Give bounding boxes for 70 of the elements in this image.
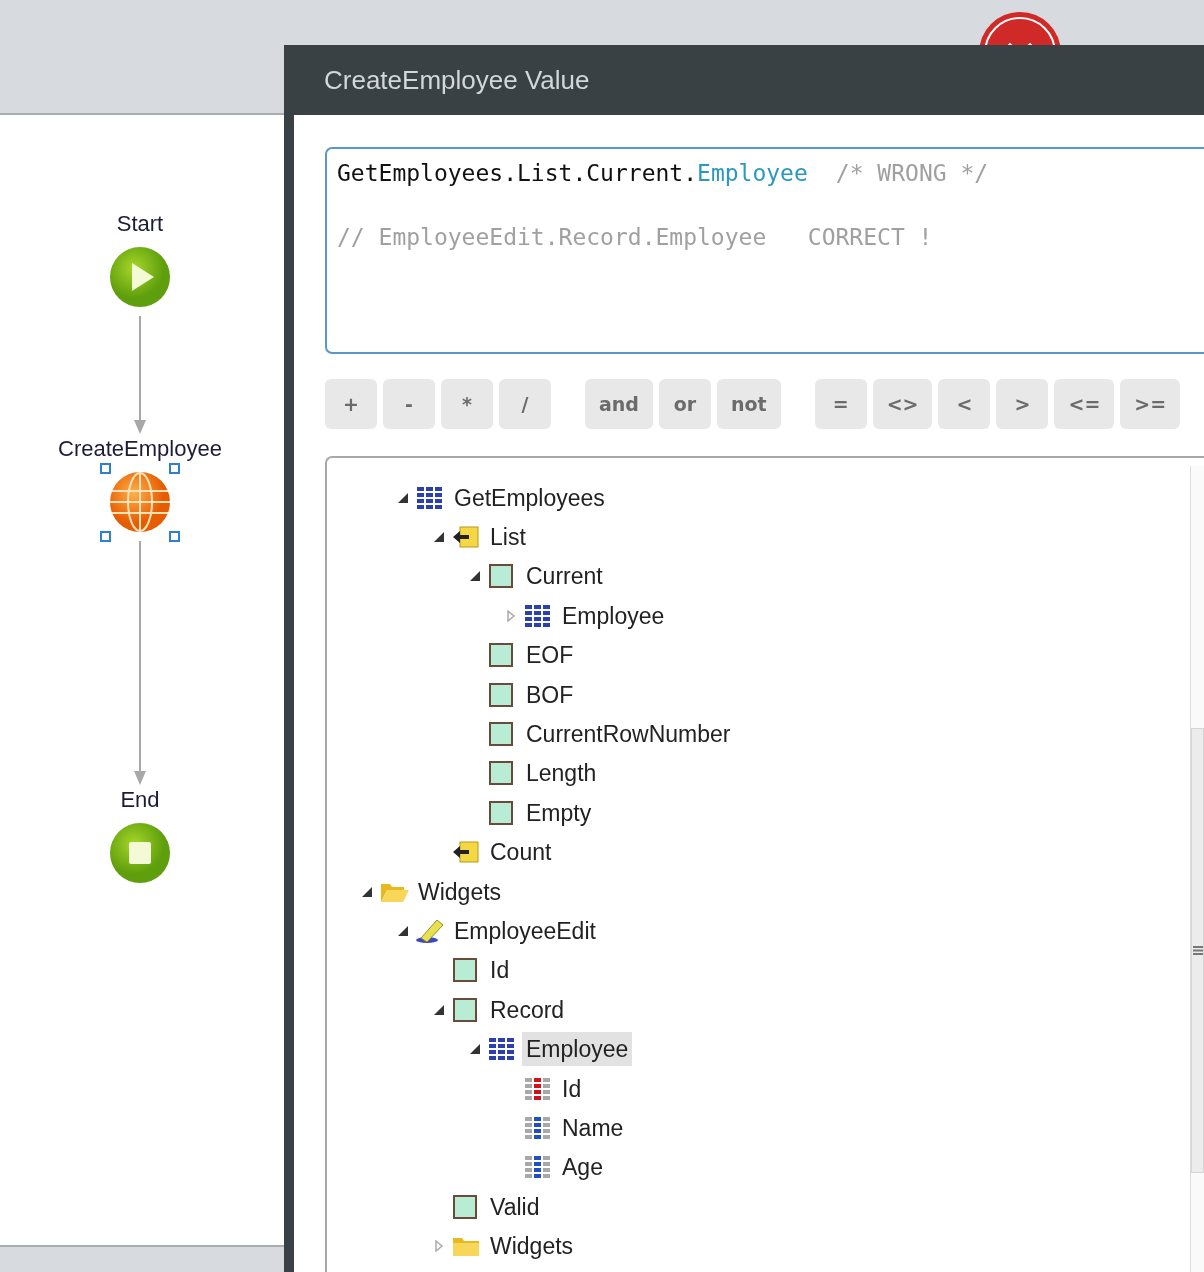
operator-button[interactable]: > (996, 379, 1049, 429)
tree-item[interactable]: Length (526, 756, 601, 791)
operator-button[interactable]: <> (872, 379, 933, 429)
tree-item[interactable]: GetEmployees (454, 480, 609, 515)
collapse-toggle-icon[interactable] (397, 491, 409, 504)
tree-item[interactable]: BOF (526, 677, 578, 712)
operator-button[interactable]: <= (1054, 379, 1115, 429)
operator-button[interactable]: * (441, 379, 493, 429)
node-label[interactable]: CreateEmployee (58, 431, 222, 465)
code-comment: // EmployeeEdit.Record.Employee CORRECT ! (337, 224, 933, 250)
stop-node-icon[interactable] (109, 822, 171, 884)
code-text: Employee (697, 160, 808, 186)
tree-item[interactable]: Id (490, 953, 514, 988)
tree-item[interactable]: Age (562, 1150, 607, 1185)
operator-button[interactable]: - (383, 379, 435, 429)
collapse-toggle-icon[interactable] (469, 570, 481, 583)
tree-item[interactable]: EOF (526, 638, 578, 673)
tree-item[interactable]: Valid (490, 1189, 544, 1224)
selection-handle[interactable] (100, 463, 111, 474)
tree-item[interactable]: Name (562, 1110, 628, 1145)
list-icon (451, 839, 481, 866)
tree-item[interactable]: Employee (522, 1032, 633, 1067)
code-comment: /* WRONG */ (835, 160, 989, 186)
tree-item[interactable]: List (490, 520, 530, 555)
dialog-title: CreateEmployee Value (324, 63, 590, 97)
selection-handle[interactable] (100, 531, 111, 542)
operator-button[interactable]: not (716, 379, 781, 429)
pencil-icon (415, 918, 445, 944)
tree-item[interactable]: Widgets (490, 1229, 578, 1264)
expand-toggle-icon[interactable] (505, 609, 517, 622)
field-icon (523, 1154, 553, 1181)
tree-item[interactable]: Employee (562, 598, 669, 633)
code-text: GetEmployees.List.Current. (337, 160, 698, 186)
node-label[interactable]: End (120, 782, 160, 816)
tree-item[interactable]: Widgets (418, 874, 506, 909)
grid-icon (487, 1036, 517, 1063)
operator-button[interactable]: and (585, 379, 653, 429)
tree-item[interactable]: Id (562, 1071, 586, 1106)
tree-item[interactable]: Empty (526, 795, 596, 830)
grid-icon (523, 602, 553, 629)
expression-editor[interactable]: GetEmployees.List.Current.Employee /* WRONG */ // EmployeeEdit.Record.Employee CORRECT ! (325, 147, 1204, 354)
collapse-toggle-icon[interactable] (433, 1003, 445, 1016)
field-icon (523, 1114, 553, 1141)
tree-item[interactable]: Record (490, 992, 569, 1027)
operator-button[interactable]: >= (1120, 379, 1181, 429)
selection-handle[interactable] (169, 531, 180, 542)
collapse-toggle-icon[interactable] (397, 925, 409, 937)
scrollbar-track[interactable] (1190, 466, 1204, 1272)
tree-item[interactable]: Current (526, 559, 607, 594)
operator-button[interactable]: < (938, 379, 991, 429)
collapse-toggle-icon[interactable] (433, 531, 445, 544)
collapse-toggle-icon[interactable] (469, 1043, 481, 1056)
grip-icon (1192, 946, 1203, 955)
key-field-icon (523, 1075, 553, 1102)
node-label[interactable]: Start (116, 206, 164, 240)
selection-handle[interactable] (169, 463, 180, 474)
operator-button[interactable]: = (814, 379, 867, 429)
scrollbar-thumb[interactable] (1191, 728, 1204, 1173)
collapse-toggle-icon[interactable] (361, 885, 373, 898)
tree-item[interactable]: Count (490, 835, 556, 870)
tree-item[interactable]: EmployeeEdit (454, 914, 600, 948)
globe-node-icon[interactable] (109, 471, 171, 533)
grid-icon (415, 484, 445, 511)
operator-button[interactable]: or (658, 379, 711, 429)
tree-item[interactable]: CurrentRowNumber (526, 717, 735, 752)
expand-toggle-icon[interactable] (433, 1240, 445, 1253)
operator-button[interactable]: / (499, 379, 551, 429)
operator-button[interactable]: + (325, 379, 377, 429)
list-icon (451, 524, 481, 551)
start-node-icon[interactable] (109, 246, 171, 308)
